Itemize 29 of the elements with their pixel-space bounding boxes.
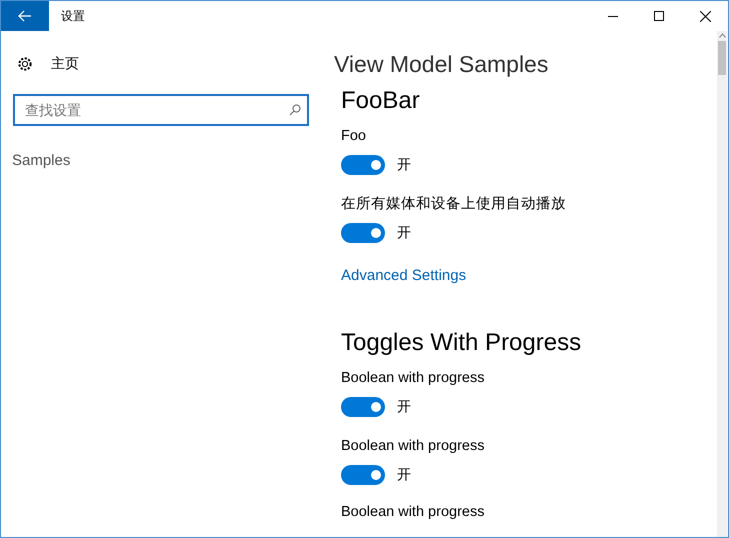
maximize-icon <box>654 11 664 21</box>
scroll-up-icon <box>718 33 726 38</box>
setting-label: Boolean with progress <box>341 503 486 521</box>
section-heading: FooBar <box>341 86 421 116</box>
toggle-switch[interactable] <box>341 464 385 484</box>
toggle-switch[interactable] <box>341 222 385 242</box>
window-title: 设置 <box>61 8 85 25</box>
toggle-state-label: 开 <box>397 397 411 416</box>
gear-icon <box>17 56 33 72</box>
setting-label: Foo <box>341 127 367 146</box>
close-icon <box>700 10 710 22</box>
home-nav-item[interactable]: 主页 <box>17 53 309 74</box>
toggle-state-label: 开 <box>397 465 411 484</box>
setting-label: 在所有媒体和设备上使用自动播放 <box>341 195 567 214</box>
setting-label: Boolean with progress <box>341 369 486 388</box>
scroll-thumb[interactable] <box>718 41 726 75</box>
page-title: View Model Samples <box>334 50 550 79</box>
back-arrow-icon <box>18 10 32 22</box>
toggle-switch[interactable] <box>341 154 385 174</box>
nav-item[interactable]: Samples <box>12 148 309 174</box>
setting-label: Boolean with progress <box>341 437 486 456</box>
scrollbar[interactable] <box>717 31 727 537</box>
search-field[interactable]: 查找设置 <box>13 94 309 126</box>
toggle-state-label: 开 <box>397 223 411 242</box>
section-heading: Toggles With Progress <box>341 328 582 358</box>
advanced-settings-link[interactable]: Advanced Settings <box>341 265 717 287</box>
search-icon <box>289 104 301 116</box>
toggle-switch[interactable] <box>341 396 385 416</box>
toggle-state-label: 开 <box>397 155 411 174</box>
